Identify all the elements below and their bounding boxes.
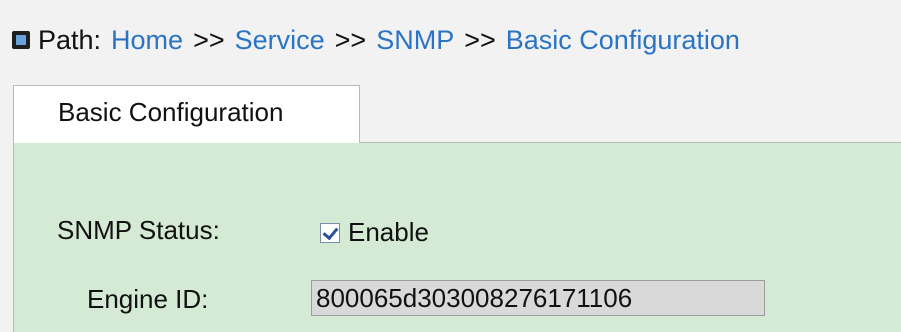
path-icon — [12, 31, 30, 49]
breadcrumb-item-service[interactable]: Service — [235, 25, 325, 56]
snmp-enable-checkbox[interactable] — [320, 222, 340, 243]
breadcrumb-separator: >> — [334, 24, 367, 55]
tab-basic-configuration[interactable]: Basic Configuration — [13, 85, 360, 143]
breadcrumb-label: Path: — [38, 24, 102, 55]
snmp-enable-checkbox-wrap[interactable]: Enable — [320, 217, 429, 248]
breadcrumb-item-basic-configuration[interactable]: Basic Configuration — [506, 25, 740, 56]
breadcrumb-item-home[interactable]: Home — [111, 25, 183, 56]
breadcrumb-separator: >> — [193, 24, 225, 55]
breadcrumb: Path: Home >> Service >> SNMP >> Basic C… — [12, 20, 740, 60]
breadcrumb-separator: >> — [464, 24, 496, 55]
engine-id-label: Engine ID: — [87, 284, 209, 314]
basic-configuration-panel: SNMP Status: Enable Engine ID: — [13, 142, 901, 332]
tab-label: Basic Configuration — [58, 97, 284, 127]
breadcrumb-item-snmp[interactable]: SNMP — [376, 25, 454, 56]
snmp-status-label: SNMP Status: — [57, 215, 220, 245]
snmp-enable-label: Enable — [348, 217, 429, 247]
engine-id-field[interactable] — [311, 280, 765, 316]
